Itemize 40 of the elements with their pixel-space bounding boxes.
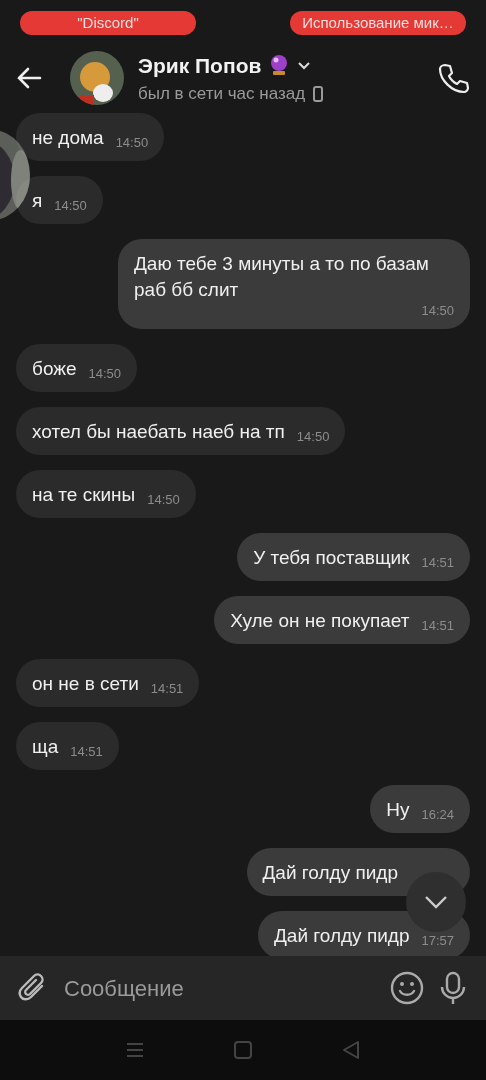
message-input[interactable]: Сообщение	[62, 970, 376, 1006]
incoming-message: боже 14:50	[16, 344, 138, 392]
microphone-icon[interactable]	[438, 971, 468, 1005]
phone-device-icon	[313, 85, 324, 102]
crystal-ball-icon	[269, 54, 290, 77]
outgoing-message: Хуле он не покупает 14:51	[214, 596, 470, 644]
mic-usage-pill[interactable]: Использование мик…	[290, 11, 466, 35]
message-time: 14:50	[296, 429, 330, 445]
message-time: 14:50	[88, 366, 122, 382]
incoming-message: на те скины 14:50	[16, 470, 196, 518]
last-seen-text: был в сети час назад	[138, 83, 306, 105]
emoji-icon[interactable]	[390, 971, 424, 1005]
incoming-message: хотел бы наебать наеб на тп 14:50	[16, 407, 346, 455]
message-time: 14:50	[115, 135, 149, 151]
message-time: 14:50	[54, 198, 87, 214]
chevron-down-icon	[424, 895, 448, 909]
outgoing-message: Даю тебе 3 минуты а то по базам раб бб слит 14:50	[118, 239, 470, 329]
call-icon[interactable]	[438, 62, 470, 94]
avatar[interactable]	[70, 51, 124, 105]
outgoing-message: Ну 16:24	[370, 785, 470, 833]
message-time: 14:50	[147, 492, 180, 508]
incoming-message: ща 14:51	[16, 722, 119, 770]
message-time: 17:57	[421, 933, 454, 949]
message-time: 14:51	[421, 618, 454, 634]
chevron-down-icon[interactable]	[297, 60, 312, 70]
message-bar[interactable]: Сообщение	[0, 956, 486, 1020]
incoming-message: я 14:50	[16, 176, 103, 224]
message-time: 16:24	[421, 807, 454, 823]
outgoing-message: У тебя поставщик 14:51	[237, 533, 470, 581]
contact-name: Эрик Попов	[138, 52, 262, 79]
message-time: 14:51	[70, 744, 103, 760]
incoming-message: не дома 14:50	[16, 113, 165, 161]
message-time: 14:51	[150, 681, 184, 697]
incoming-message: он не в сети 14:51	[16, 659, 200, 707]
message-time: 14:51	[421, 555, 454, 571]
app-pill[interactable]: "Discord"	[20, 11, 196, 35]
back-icon[interactable]	[16, 67, 42, 89]
outgoing-message: Дай голду пидр 17:57	[257, 911, 470, 956]
outgoing-message: Дай голду пидр	[246, 848, 470, 896]
message-time: 14:50	[421, 303, 454, 319]
